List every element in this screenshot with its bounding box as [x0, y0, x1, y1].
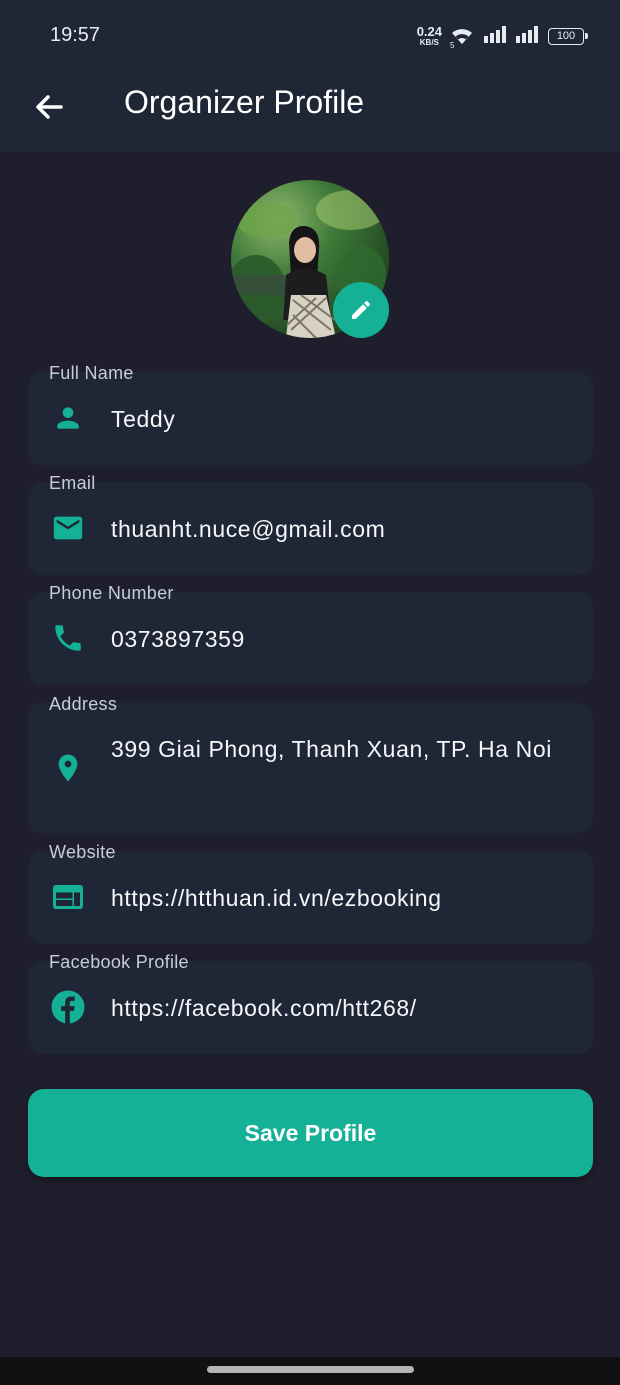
- phone-field[interactable]: 0373897359 Phone Number: [28, 583, 593, 685]
- website-label: Website: [49, 842, 116, 862]
- profile-avatar-container: [231, 180, 389, 338]
- facebook-icon: [50, 989, 86, 1025]
- email-value: thuanht.nuce@gmail.com: [111, 516, 386, 542]
- facebook-label: Facebook Profile: [49, 952, 189, 972]
- phone-input[interactable]: 0373897359: [28, 592, 593, 685]
- full-name-input[interactable]: Teddy: [28, 372, 593, 465]
- website-value: https://htthuan.id.vn/ezbooking: [111, 885, 442, 911]
- full-name-field[interactable]: Teddy Full Name: [28, 363, 593, 465]
- status-bar: 19:57 0.24 KB/S 5 100: [0, 0, 620, 70]
- web-icon: [50, 879, 86, 915]
- edit-avatar-button[interactable]: [333, 282, 389, 338]
- address-input[interactable]: 399 Giai Phong, Thanh Xuan, TP. Ha Noi: [28, 703, 593, 833]
- facebook-value: https://facebook.com/htt268/: [111, 995, 417, 1021]
- battery-level: 100: [556, 30, 576, 42]
- phone-value: 0373897359: [111, 626, 245, 652]
- battery-icon: 100: [548, 27, 588, 45]
- network-speed: 0.24 KB/S: [417, 25, 442, 47]
- address-field[interactable]: 399 Giai Phong, Thanh Xuan, TP. Ha Noi A…: [28, 694, 593, 833]
- signal-icon: [516, 25, 540, 48]
- pencil-icon: [352, 300, 371, 319]
- full-name-value: Teddy: [111, 406, 176, 432]
- full-name-label: Full Name: [49, 363, 134, 383]
- facebook-field[interactable]: https://facebook.com/htt268/ Facebook Pr…: [28, 952, 593, 1054]
- location-pin-icon: [50, 750, 86, 786]
- save-profile-button[interactable]: Save Profile: [28, 1089, 593, 1177]
- page-title: Organizer Profile: [124, 84, 365, 120]
- status-time: 19:57: [50, 24, 101, 46]
- phone-label: Phone Number: [49, 583, 174, 603]
- wifi-icon: 5: [450, 26, 476, 50]
- status-icons: 0.24 KB/S 5 100: [417, 24, 588, 50]
- mail-icon: [50, 510, 86, 546]
- wifi-badge: 5: [450, 41, 455, 50]
- signal-icon: [484, 25, 508, 48]
- system-navigation-bar: [0, 1357, 620, 1385]
- network-speed-value: 0.24: [416, 24, 442, 39]
- email-field[interactable]: thuanht.nuce@gmail.com Email: [28, 473, 593, 575]
- phone-icon: [50, 620, 86, 656]
- email-label: Email: [49, 473, 96, 493]
- email-input[interactable]: thuanht.nuce@gmail.com: [28, 482, 593, 575]
- arrow-left-icon: [36, 95, 63, 119]
- address-value: 399 Giai Phong, Thanh Xuan, TP. Ha Noi: [111, 736, 552, 762]
- website-input[interactable]: https://htthuan.id.vn/ezbooking: [28, 851, 593, 944]
- facebook-input[interactable]: https://facebook.com/htt268/: [28, 961, 593, 1054]
- app-bar: Organizer Profile: [0, 70, 620, 152]
- back-button[interactable]: [28, 86, 70, 128]
- person-icon: [50, 400, 86, 436]
- home-gesture-handle[interactable]: [207, 1366, 414, 1373]
- network-speed-unit: KB/S: [419, 38, 439, 47]
- address-label: Address: [49, 694, 118, 714]
- website-field[interactable]: https://htthuan.id.vn/ezbooking Website: [28, 842, 593, 944]
